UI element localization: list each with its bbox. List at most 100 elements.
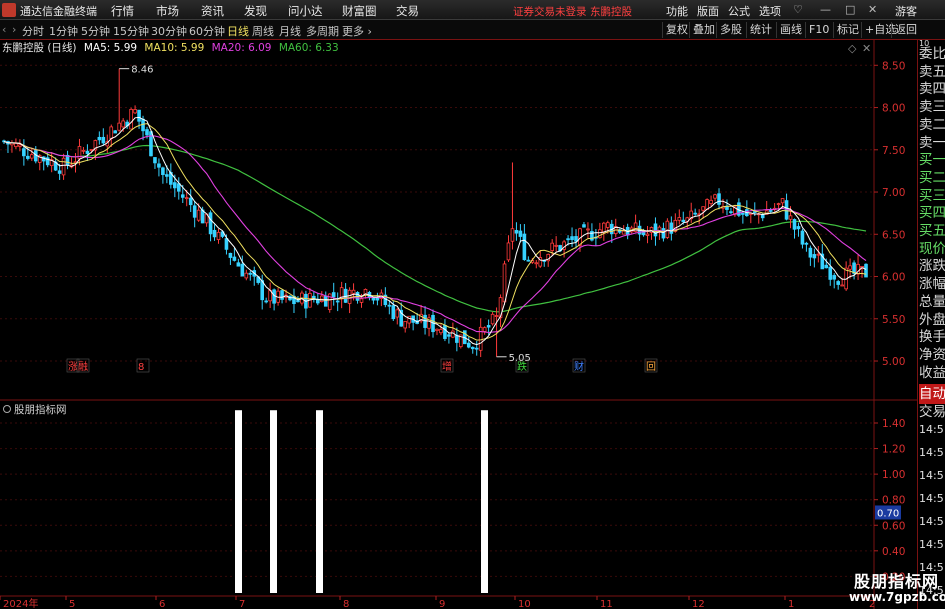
price-tick-label: 5.50 [882,314,905,326]
candle-body [117,122,121,131]
date-tick-label: 7 [239,599,245,609]
candle-body [85,150,90,154]
candle-body [323,295,328,307]
candle-body [554,244,558,247]
candle-body [165,174,169,177]
candle-body [192,205,197,218]
candle-body [760,214,765,219]
quote-field-label: 收益 [919,364,945,381]
candle-body [510,228,515,242]
indicator-tick-label: 1.00 [882,469,905,481]
candle-body [486,325,491,328]
kline-chart-area[interactable]: 8.465.05涨融 8 增跌财回 8.508.007.507.006.506.00… [0,0,945,609]
candle-body [137,109,141,122]
candle-body [443,325,447,339]
candle-body [232,256,237,261]
candle-body [832,275,837,280]
candle-body [665,220,670,238]
candle-body [129,108,133,130]
candle-body [248,272,253,275]
tab-auto[interactable]: 自动 [919,384,945,404]
candle-body [808,247,813,258]
candle-body [18,144,22,147]
price-tick-label: 7.50 [882,145,905,157]
candle-body [447,334,451,337]
candle-body [264,300,268,303]
candle-body [490,313,495,325]
price-tick-label: 8.00 [882,103,905,115]
candle-body [236,262,241,267]
indicator-title: 股朋指标网 [14,403,67,416]
candle-body [824,264,829,269]
candle-body [296,300,300,303]
candle-body [645,233,650,236]
event-marker: 跌 [517,360,527,373]
candle-body [566,238,570,241]
candle-body [776,203,781,206]
candle-body [121,120,125,128]
watermark-url: www.7gpzb.com [849,590,945,604]
candle-body [97,136,102,141]
candle-body [403,321,408,329]
candle-body [804,242,809,245]
candle-body [423,314,427,328]
date-tick-label: 11 [600,599,613,609]
candle-body [661,228,666,239]
candle-body [526,259,531,262]
indicator-tick-label: 0.40 [882,546,905,558]
price-tick-label: 6.50 [882,229,905,241]
high-label: 8.46 [131,65,153,76]
candle-body [522,233,527,261]
candle-body [836,281,840,285]
candle-body [574,236,578,242]
date-tick-label: 10 [518,599,531,609]
candle-body [351,289,356,294]
date-tick-label: 12 [692,599,705,609]
candle-body [359,298,364,303]
candle-body [709,199,713,204]
indicator-tick-label: 1.40 [882,418,905,430]
tick-time: 14:5 [919,538,944,551]
candle-body [780,198,785,204]
candle-body [161,167,165,176]
price-tick-label: 7.00 [882,187,905,199]
price-tick-label: 8.50 [882,60,905,72]
candle-body [347,289,352,304]
candle-body [228,252,233,258]
candle-body [677,217,682,221]
candle-body [176,183,181,192]
indicator-tick-label: 0.80 [882,495,905,507]
candle-body [133,109,137,114]
event-marker: 涨 [68,361,78,373]
candle-body [717,193,721,205]
candle-body [387,304,392,307]
candle-body [470,346,475,350]
candle-body [605,222,610,228]
tick-time: 14:5 [919,492,944,505]
candle-body [494,315,499,317]
candle-body [502,263,507,303]
candle-body [57,170,62,174]
tick-time: 14:5 [919,423,944,436]
indicator-tick-label: 0.60 [882,520,905,532]
candle-body [89,149,94,151]
candle-body [153,157,157,164]
price-tick-label: 6.00 [882,272,905,284]
candle-body [681,219,686,223]
candle-body [864,263,868,278]
candle-body [800,230,805,245]
candle-body [157,163,161,168]
candle-body [280,290,284,300]
candle-body [180,194,185,198]
event-marker: 融 [78,361,88,373]
date-tick-label: 5 [69,599,75,609]
candle-body [586,228,590,231]
candle-body [812,254,817,259]
candle-body [482,327,487,332]
candle-body [792,219,797,230]
candle-body [550,242,554,251]
candle-body [212,229,217,238]
tab-trade[interactable]: 交易 [919,402,945,422]
candle-body [391,305,396,320]
candle-body [474,347,479,350]
